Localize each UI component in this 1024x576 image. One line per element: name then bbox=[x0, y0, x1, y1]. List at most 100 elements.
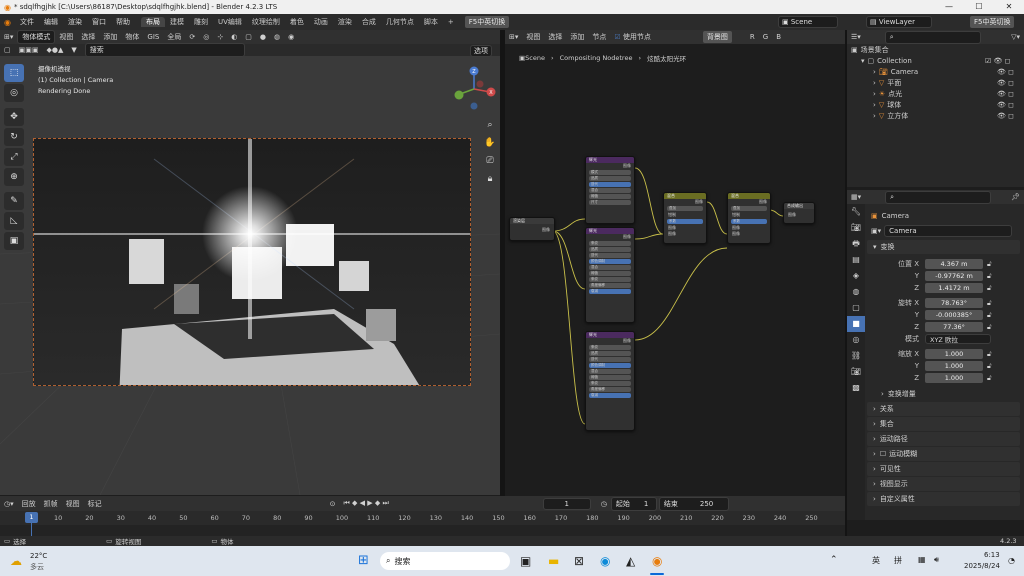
texture-tab-icon[interactable]: ▩ bbox=[847, 380, 865, 396]
outliner-filter-icon[interactable]: ▽▾ bbox=[1007, 33, 1024, 41]
node-editor[interactable]: ▣ Scene › Compositing Nodetree › 炫酷太阳光环 … bbox=[505, 44, 845, 495]
outliner-item[interactable]: › 📷︎ Camera 👁︎ ◻ bbox=[847, 66, 1024, 77]
cursor-tool-icon[interactable]: ◎ bbox=[4, 84, 24, 102]
mode-selector[interactable]: 物体模式 bbox=[17, 30, 56, 44]
tray-chevron-icon[interactable]: ⌃ bbox=[830, 555, 838, 565]
glare3-field[interactable]: 颜色调制 bbox=[589, 363, 631, 368]
glare3-field[interactable]: 品质 bbox=[589, 351, 631, 356]
glare3-field[interactable]: 条纹 bbox=[589, 381, 631, 386]
viewport-menu-add[interactable]: 添加 bbox=[99, 32, 121, 42]
lock-icon[interactable]: 🔓︎ bbox=[987, 272, 992, 281]
current-frame-field[interactable]: 1 bbox=[542, 497, 591, 510]
panel-motion-paths[interactable]: › 运动路径 bbox=[867, 432, 1020, 446]
glare3-field[interactable]: 衰减 bbox=[589, 393, 631, 398]
node-menu-add[interactable]: 添加 bbox=[566, 32, 588, 42]
channel-r[interactable]: R bbox=[746, 33, 759, 41]
workspace-tab-layout[interactable]: 布局 bbox=[140, 17, 165, 27]
outliner-scene-collection[interactable]: ▣ 场景集合 bbox=[847, 44, 1024, 55]
blender-taskbar-icon[interactable]: ◉ bbox=[652, 554, 662, 568]
workspace-tab-animation[interactable]: 动画 bbox=[309, 17, 333, 27]
expand-chevron-icon[interactable]: › bbox=[873, 112, 876, 120]
expand-chevron-icon[interactable]: › bbox=[873, 68, 876, 76]
lock-icon[interactable]: 🔓︎ bbox=[987, 284, 992, 293]
scene-tab-icon[interactable]: ◈ bbox=[847, 268, 865, 284]
maximize-icon[interactable]: ☐ bbox=[964, 0, 994, 14]
playhead-marker[interactable]: 1 bbox=[25, 512, 38, 523]
workspace-tab-uv[interactable]: UV编辑 bbox=[213, 17, 247, 27]
notification-icon[interactable]: ◔ bbox=[1008, 556, 1015, 565]
mix2-field[interactable]: 系数 bbox=[731, 219, 767, 224]
viewlayer-selector[interactable]: ▤ ViewLayer bbox=[866, 16, 932, 28]
scale-x-field[interactable]: 1.000 bbox=[925, 349, 983, 359]
channel-g[interactable]: G bbox=[759, 33, 772, 41]
viewport-search-input[interactable]: 搜索 bbox=[84, 43, 245, 57]
outliner-item[interactable]: › ▽ 球体 👁︎ ◻ bbox=[847, 99, 1024, 110]
snap-icon[interactable]: ⟳ bbox=[185, 33, 199, 41]
visibility-icons[interactable]: 👁︎ ◻ bbox=[997, 90, 1014, 98]
object-icons[interactable]: ◆●▲ bbox=[42, 46, 67, 54]
datablock-icon[interactable]: ▣▾ bbox=[871, 227, 881, 235]
lock-icon[interactable]: 🔓︎ bbox=[987, 311, 992, 320]
mix2-field[interactable]: 叠加 bbox=[731, 206, 767, 211]
filter-icon[interactable]: ▼ bbox=[67, 46, 80, 54]
workspace-tab-rendering[interactable]: 渲染 bbox=[333, 17, 357, 27]
timeline-menu-playback[interactable]: 回放 bbox=[18, 499, 40, 509]
node-menu-view[interactable]: 视图 bbox=[522, 32, 544, 42]
task-view-icon[interactable]: ▣ bbox=[520, 554, 531, 568]
lock-icon[interactable]: 🔓︎ bbox=[987, 374, 992, 383]
outliner-item[interactable]: › ▽ 平面 👁︎ ◻ bbox=[847, 77, 1024, 88]
outliner-type-icon[interactable]: ☰▾ bbox=[847, 33, 865, 41]
menu-help[interactable]: 帮助 bbox=[111, 17, 135, 27]
edge-icon[interactable]: ◉ bbox=[600, 554, 610, 568]
select-tool-icon[interactable]: ⬚ bbox=[4, 64, 24, 82]
location-y-field[interactable]: -0.97762 m bbox=[925, 271, 983, 281]
scale-y-field[interactable]: 1.000 bbox=[925, 361, 983, 371]
glare-node-1[interactable]: 辉光 图像 模式 品质 迭代 混合 阈值 尺寸 bbox=[585, 156, 635, 224]
glare2-field[interactable]: 迭代 bbox=[589, 253, 631, 258]
visibility-icons[interactable]: 👁︎ ◻ bbox=[997, 101, 1014, 109]
workspace-tab-geometry-nodes[interactable]: 几何节点 bbox=[381, 17, 419, 27]
glare2-field[interactable]: 条纹 bbox=[589, 277, 631, 282]
store-icon[interactable]: ⊠ bbox=[574, 554, 584, 568]
transform-tool-icon[interactable]: ⊕ bbox=[4, 168, 24, 186]
outliner-search-input[interactable]: ⌕ bbox=[884, 30, 982, 44]
output-tab-icon[interactable]: 🖶 bbox=[847, 236, 865, 252]
lock-icon[interactable]: 🔓︎ bbox=[987, 350, 992, 359]
glare3-field[interactable]: 混合 bbox=[589, 369, 631, 374]
lock-icon[interactable]: 🔓︎ bbox=[987, 299, 992, 308]
menu-edit[interactable]: 编辑 bbox=[39, 17, 63, 27]
data-tab-icon[interactable]: 📷︎ bbox=[847, 364, 865, 380]
location-z-field[interactable]: 1.4172 m bbox=[925, 283, 983, 293]
select-box-icon[interactable]: ▢ bbox=[0, 46, 15, 54]
shading-solid-icon[interactable]: ● bbox=[256, 33, 270, 41]
frame-start-field[interactable]: 起始 1 bbox=[610, 496, 657, 511]
add-cube-tool-icon[interactable]: ▣ bbox=[4, 232, 24, 250]
rotation-y-field[interactable]: -0.000385° bbox=[925, 310, 983, 320]
ime-toggle-button[interactable]: F5中英切换 bbox=[464, 16, 510, 28]
motion-blur-checkbox-icon[interactable]: ☐ bbox=[880, 450, 886, 458]
visibility-icons[interactable]: 👁︎ ◻ bbox=[997, 68, 1014, 76]
network-icon[interactable]: ▦ bbox=[918, 555, 926, 564]
delta-transform-subpanel[interactable]: › 变换增量 bbox=[847, 387, 1024, 401]
navigation-gizmo[interactable]: Z X bbox=[450, 64, 498, 114]
viewport-menu-gis[interactable]: GIS bbox=[143, 33, 163, 41]
visibility-icons[interactable]: 👁︎ ◻ bbox=[997, 79, 1014, 87]
workspace-tab-texture-paint[interactable]: 纹理绘制 bbox=[247, 17, 285, 27]
rotation-z-field[interactable]: 77.36° bbox=[925, 322, 983, 332]
mix-node-1[interactable]: 混合 图像 叠加 钳制 系数 图像 图像 bbox=[663, 192, 707, 244]
add-workspace-icon[interactable]: + bbox=[443, 18, 459, 26]
transform-orientation[interactable]: 全局 bbox=[163, 32, 185, 42]
timeline-menu-marker[interactable]: 标记 bbox=[84, 499, 106, 509]
workspace-tab-scripting[interactable]: 脚本 bbox=[419, 17, 443, 27]
shading-material-icon[interactable]: ◍ bbox=[270, 33, 284, 41]
object-tab-icon[interactable]: ■ bbox=[847, 316, 865, 332]
rotation-mode-dropdown[interactable]: XYZ 欧拉 bbox=[925, 334, 991, 344]
xray-icon[interactable]: ▢ bbox=[241, 33, 256, 41]
close-icon[interactable]: ✕ bbox=[994, 0, 1024, 14]
frame-end-field[interactable]: 结束 250 bbox=[658, 496, 729, 511]
zoom-icon[interactable]: ⌕ bbox=[483, 116, 497, 134]
timeline-menu-keying[interactable]: 抓帧 bbox=[40, 499, 62, 509]
viewport-menu-object[interactable]: 物体 bbox=[121, 32, 143, 42]
collection-tab-icon[interactable]: ▢ bbox=[847, 300, 865, 316]
expand-chevron-icon[interactable]: › bbox=[873, 101, 876, 109]
